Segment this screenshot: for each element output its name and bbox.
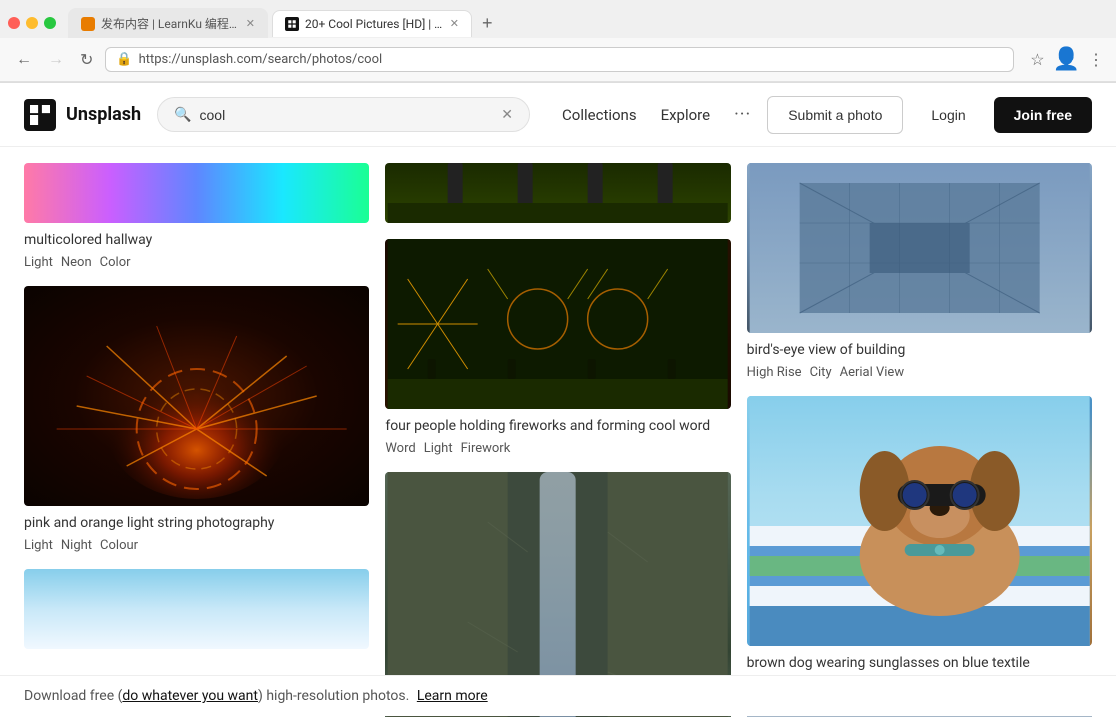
login-button[interactable]: Login — [915, 97, 981, 133]
photo-tags-steel-wool: Light Night Colour — [24, 538, 369, 553]
photo-title-dog: brown dog wearing sunglasses on blue tex… — [747, 654, 1092, 672]
address-bar[interactable]: 🔒 https://unsplash.com/search/photos/coo… — [105, 47, 1014, 72]
tag-firework[interactable]: Firework — [461, 441, 511, 456]
search-icon: 🔍 — [174, 107, 191, 123]
logo-text: Unsplash — [66, 104, 141, 125]
photo-col-3: bird's-eye view of building High Rise Ci… — [747, 163, 1092, 717]
tag-colour[interactable]: Colour — [100, 538, 138, 553]
window-close-button[interactable] — [8, 17, 20, 29]
tag-neon[interactable]: Neon — [61, 255, 92, 270]
photo-tags-fireworks: Word Light Firework — [385, 441, 730, 456]
photo-col-2: four people holding fireworks and formin… — [385, 163, 730, 717]
photo-steel-wool[interactable] — [24, 286, 369, 506]
tag-word[interactable]: Word — [385, 441, 415, 456]
browser-extras: ☆ 👤 ⋮ — [1030, 47, 1104, 72]
photo-fireworks[interactable] — [385, 239, 730, 409]
photo-card-hallway: multicolored hallway Light Neon Color — [24, 163, 369, 270]
window-minimize-button[interactable] — [26, 17, 38, 29]
search-clear-button[interactable]: ✕ — [501, 106, 513, 123]
navbar: Unsplash 🔍 ✕ Collections Explore ··· Sub… — [0, 83, 1116, 147]
browser-tab-1[interactable]: 发布内容 | LearnKu 编程知识社… ✕ — [68, 8, 268, 38]
tab-favicon-2 — [285, 17, 299, 31]
photo-building[interactable] — [747, 163, 1092, 333]
photo-dog[interactable] — [747, 396, 1092, 646]
lock-icon: 🔒 — [116, 52, 132, 67]
nav-links: Collections Explore ··· — [562, 104, 751, 125]
cookie-banner: Download free ( do whatever you want ) h… — [0, 675, 1116, 716]
tag-light-1[interactable]: Light — [24, 255, 53, 270]
photo-tags-building: High Rise City Aerial View — [747, 365, 1092, 380]
back-button[interactable]: ← — [12, 47, 36, 73]
nav-more-button[interactable]: ··· — [734, 104, 751, 125]
tag-high-rise[interactable]: High Rise — [747, 365, 802, 380]
photo-grid: multicolored hallway Light Neon Color — [24, 147, 1092, 717]
photo-card-dog: brown dog wearing sunglasses on blue tex… — [747, 396, 1092, 693]
tag-night[interactable]: Night — [61, 538, 92, 553]
photo-col-1: multicolored hallway Light Neon Color — [24, 163, 369, 717]
search-bar[interactable]: 🔍 ✕ — [157, 97, 530, 132]
profile-icon[interactable]: 👤 — [1053, 47, 1080, 72]
tab-label-1: 发布内容 | LearnKu 编程知识社… — [101, 15, 240, 32]
browser-chrome: 发布内容 | LearnKu 编程知识社… ✕ 20+ Cool Picture… — [0, 0, 1116, 83]
new-tab-button[interactable]: + — [476, 11, 499, 36]
photo-title-fireworks: four people holding fireworks and formin… — [385, 417, 730, 435]
logo[interactable]: Unsplash — [24, 99, 141, 131]
browser-controls: ← → ↻ 🔒 https://unsplash.com/search/phot… — [0, 38, 1116, 82]
browser-menu-icon[interactable]: ⋮ — [1088, 50, 1104, 69]
collections-link[interactable]: Collections — [562, 106, 637, 124]
reload-button[interactable]: ↻ — [76, 46, 97, 74]
address-text: https://unsplash.com/search/photos/cool — [139, 52, 383, 67]
tab-close-2[interactable]: ✕ — [450, 17, 459, 30]
tag-light-3[interactable]: Light — [24, 538, 53, 553]
main-content: multicolored hallway Light Neon Color — [0, 147, 1116, 717]
explore-link[interactable]: Explore — [661, 106, 711, 124]
photo-fireworks-top[interactable] — [385, 163, 730, 223]
photo-title-hallway: multicolored hallway — [24, 231, 369, 249]
tag-aerial-view[interactable]: Aerial View — [840, 365, 905, 380]
photo-hallway[interactable] — [24, 163, 369, 223]
window-buttons — [8, 17, 56, 29]
cookie-text-after: ) high-resolution photos. — [258, 688, 409, 704]
logo-icon — [24, 99, 56, 131]
tag-color[interactable]: Color — [100, 255, 131, 270]
tab-bar: 发布内容 | LearnKu 编程知识社… ✕ 20+ Cool Picture… — [0, 0, 1116, 38]
tab-label-2: 20+ Cool Pictures [HD] | Dow… — [305, 17, 444, 31]
tab-favicon-1 — [81, 17, 95, 31]
forward-button[interactable]: → — [44, 47, 68, 73]
tag-light-2[interactable]: Light — [424, 441, 453, 456]
photo-card-sky — [24, 569, 369, 649]
submit-photo-button[interactable]: Submit a photo — [767, 96, 903, 134]
photo-card-fireworks-top — [385, 163, 730, 223]
photo-title-building: bird's-eye view of building — [747, 341, 1092, 359]
tab-close-1[interactable]: ✕ — [246, 17, 255, 30]
photo-card-fireworks: four people holding fireworks and formin… — [385, 239, 730, 456]
bookmark-icon[interactable]: ☆ — [1030, 50, 1044, 69]
cookie-link[interactable]: do whatever you want — [122, 688, 258, 704]
cookie-space — [409, 688, 412, 704]
join-button[interactable]: Join free — [994, 97, 1092, 133]
browser-tab-2[interactable]: 20+ Cool Pictures [HD] | Dow… ✕ — [272, 10, 472, 37]
window-maximize-button[interactable] — [44, 17, 56, 29]
photo-card-building: bird's-eye view of building High Rise Ci… — [747, 163, 1092, 380]
nav-actions: Submit a photo Login Join free — [767, 96, 1092, 134]
search-input[interactable] — [200, 107, 494, 123]
photo-sky[interactable] — [24, 569, 369, 649]
cookie-text-before: Download free ( — [24, 688, 122, 704]
tag-city[interactable]: City — [810, 365, 832, 380]
photo-tags-hallway: Light Neon Color — [24, 255, 369, 270]
photo-card-steel-wool: pink and orange light string photography… — [24, 286, 369, 553]
learn-more-link[interactable]: Learn more — [417, 688, 488, 704]
photo-title-steel-wool: pink and orange light string photography — [24, 514, 369, 532]
